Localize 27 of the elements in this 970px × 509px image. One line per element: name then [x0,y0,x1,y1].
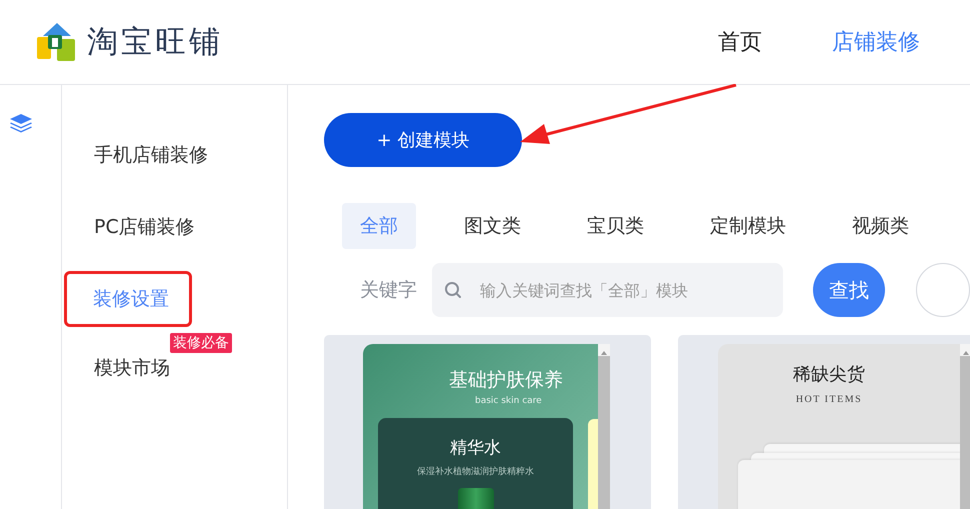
create-module-button[interactable]: + 创建模块 [324,113,522,167]
search-button[interactable]: 查找 [812,263,885,317]
sidebar-item[interactable]: 手机店铺装修 [94,132,208,178]
keyword-label: 关键字 [360,278,418,303]
layers-icon[interactable] [8,113,32,133]
preview-title: 稀缺尖货 [792,363,866,386]
nav-link[interactable]: 店铺装修 [832,27,920,57]
sidebar-item[interactable]: 模块市场 [94,345,170,391]
filter-tab[interactable]: 图文类 [446,203,539,249]
product-name: 精华水 [449,437,502,459]
module-card[interactable]: 稀缺尖货 HOT ITEMS [678,335,970,509]
badge: 装修必备 [170,333,232,353]
search-field[interactable]: 输入关键词查找「全部」模块 [432,263,783,317]
filter-tab[interactable]: 视频类 [834,203,927,249]
filter-tab[interactable]: 宝贝类 [569,203,662,249]
preview-subtitle: HOT ITEMS [794,394,864,405]
product-description: 保湿补水植物滋润护肤精粹水 [416,466,535,478]
module-card[interactable]: 基础护肤保养 basic skin care 精华水 保湿补水植物滋润护肤精粹水 [324,335,651,509]
logo-text: 淘宝旺铺 [87,23,223,62]
preview-subtitle: basic skin care [475,396,543,406]
sidebar-item[interactable]: 装修设置 [67,274,189,324]
nav-link[interactable]: 首页 [718,27,762,57]
scrollbar[interactable] [598,344,610,509]
preview-title: 基础护肤保养 [449,368,564,393]
filter-tab[interactable]: 定制模块 [692,203,804,249]
sidebar-item[interactable]: PC店铺装修 [94,204,195,250]
search-icon [444,281,462,299]
